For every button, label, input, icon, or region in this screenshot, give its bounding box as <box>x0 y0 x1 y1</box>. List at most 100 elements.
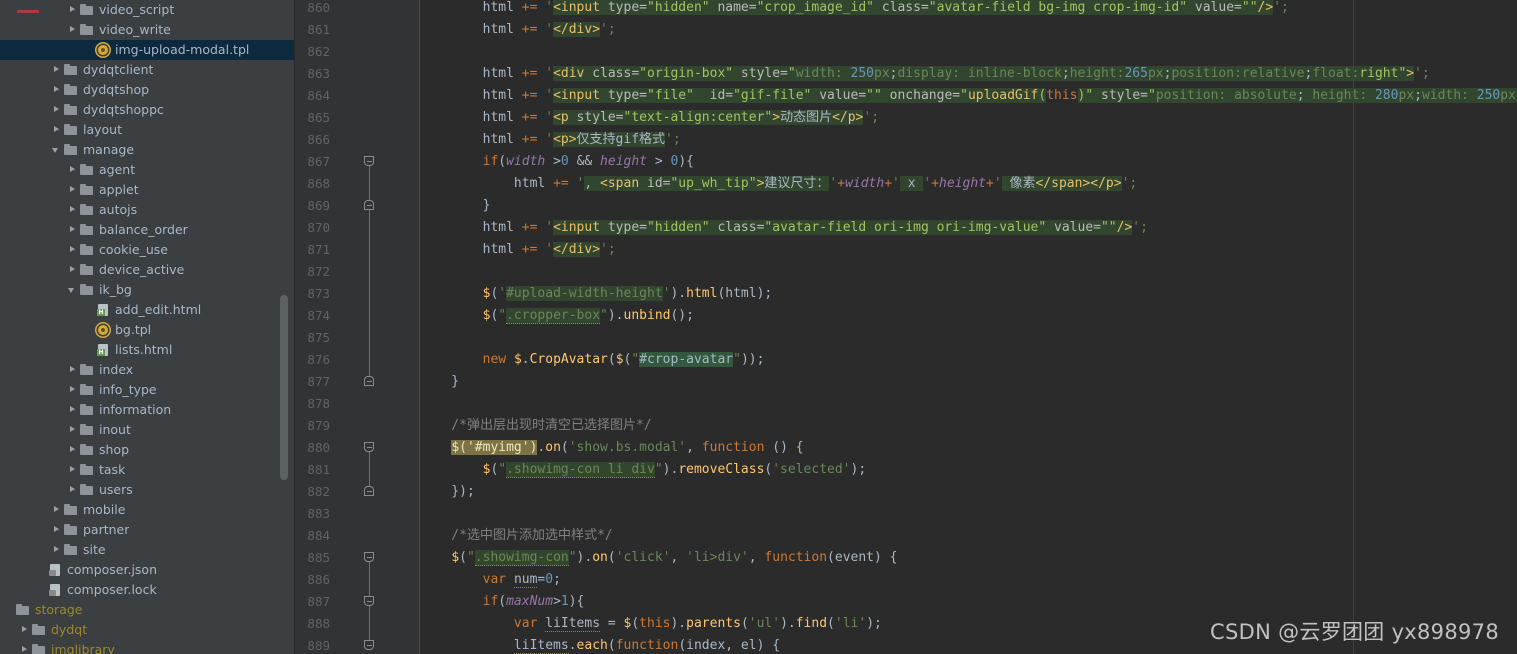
tree-item-layout[interactable]: layout <box>0 120 295 140</box>
tree-item-manage[interactable]: manage <box>0 140 295 160</box>
code-line[interactable]: html += '<p style="text-align:center">动态… <box>420 107 879 129</box>
code-line[interactable]: html += '<input type="hidden" name="crop… <box>420 0 1289 19</box>
tree-item-shop[interactable]: shop <box>0 440 295 460</box>
tree-item-index[interactable]: index <box>0 360 295 380</box>
tree-item-dydqtclient[interactable]: dydqtclient <box>0 60 295 80</box>
tree-item-information[interactable]: information <box>0 400 295 420</box>
fold-toggle-icon[interactable] <box>363 371 375 393</box>
chevron-right-icon[interactable] <box>52 60 63 80</box>
chevron-right-icon[interactable] <box>52 500 63 520</box>
sidebar-scrollbar[interactable] <box>280 295 288 480</box>
tree-item-applet[interactable]: applet <box>0 180 295 200</box>
tree-item-composer-json[interactable]: composer.json <box>0 560 295 580</box>
tree-item-agent[interactable]: agent <box>0 160 295 180</box>
folder-icon <box>79 422 95 438</box>
fold-toggle-icon[interactable] <box>363 591 375 613</box>
tree-item-info-type[interactable]: info_type <box>0 380 295 400</box>
tree-item-users[interactable]: users <box>0 480 295 500</box>
fold-toggle-icon[interactable] <box>363 195 375 217</box>
tree-item-autojs[interactable]: autojs <box>0 200 295 220</box>
chevron-right-icon[interactable] <box>68 360 79 380</box>
code-line[interactable]: html += '<input type="hidden" class="ava… <box>420 217 1148 239</box>
chevron-right-icon[interactable] <box>20 620 31 640</box>
chevron-right-icon[interactable] <box>68 420 79 440</box>
chevron-right-icon[interactable] <box>20 640 31 654</box>
chevron-down-icon[interactable] <box>68 280 79 300</box>
tree-item-imglibrary[interactable]: imglibrary <box>0 640 295 654</box>
chevron-right-icon[interactable] <box>68 200 79 220</box>
tree-item-device-active[interactable]: device_active <box>0 260 295 280</box>
code-line[interactable]: html += '</div>'; <box>420 19 616 41</box>
chevron-right-icon[interactable] <box>52 120 63 140</box>
tree-item-dydqtshop[interactable]: dydqtshop <box>0 80 295 100</box>
project-tool-window[interactable]: video_script video_write img-upload-modal.… <box>0 0 295 654</box>
tree-item-add-edit-html[interactable]: add_edit.html <box>0 300 295 320</box>
tree-item-ik-bg[interactable]: ik_bg <box>0 280 295 300</box>
chevron-right-icon[interactable] <box>68 180 79 200</box>
tree-item-cookie-use[interactable]: cookie_use <box>0 240 295 260</box>
tree-item-mobile[interactable]: mobile <box>0 500 295 520</box>
fold-toggle-icon[interactable] <box>363 151 375 173</box>
error-stripe-marker[interactable] <box>17 10 39 13</box>
tree-item-label: video_script <box>99 2 175 17</box>
tree-item-dydqt[interactable]: dydqt <box>0 620 295 640</box>
tree-item-balance-order[interactable]: balance_order <box>0 220 295 240</box>
tree-item-lists-html[interactable]: lists.html <box>0 340 295 360</box>
tree-item-partner[interactable]: partner <box>0 520 295 540</box>
code-line[interactable]: } <box>420 371 459 393</box>
tree-item-site[interactable]: site <box>0 540 295 560</box>
code-line[interactable]: } <box>420 195 491 217</box>
code-line[interactable]: /*选中图片添加选中样式*/ <box>420 525 612 547</box>
fold-toggle-icon[interactable] <box>363 547 375 569</box>
code-line[interactable]: var num=0; <box>420 569 561 591</box>
code-line[interactable]: html += '<div class="origin-box" style="… <box>420 63 1430 85</box>
tree-item-composer-lock[interactable]: composer.lock <box>0 580 295 600</box>
tree-item-video-script[interactable]: video_script <box>0 0 295 20</box>
code-line[interactable]: liItems.each(function(index, el) { <box>420 635 780 654</box>
code-line[interactable]: if(maxNum>1){ <box>420 591 585 613</box>
chevron-right-icon[interactable] <box>68 480 79 500</box>
editor-gutter[interactable]: 860 861 862 863 864 865 866 867 868 869 870 871 872 8… <box>295 0 420 654</box>
chevron-right-icon[interactable] <box>68 400 79 420</box>
editor-pane[interactable]: 860 861 862 863 864 865 866 867 868 869 870 871 872 8… <box>295 0 1517 654</box>
chevron-right-icon[interactable] <box>52 520 63 540</box>
chevron-right-icon[interactable] <box>68 0 79 20</box>
chevron-right-icon[interactable] <box>68 160 79 180</box>
code-line[interactable]: new $.CropAvatar($("#crop-avatar")); <box>420 349 764 371</box>
chevron-right-icon[interactable] <box>68 460 79 480</box>
code-line[interactable]: var liItems = $(this).parents('ul').find… <box>420 613 882 635</box>
tree-item-dydqtshoppc[interactable]: dydqtshoppc <box>0 100 295 120</box>
tree-item-video-write[interactable]: video_write <box>0 20 295 40</box>
chevron-right-icon[interactable] <box>68 240 79 260</box>
code-line[interactable]: $('#upload-width-height').html(html); <box>420 283 772 305</box>
project-tree[interactable]: video_script video_write img-upload-modal.… <box>0 0 295 654</box>
tree-item-storage[interactable]: storage <box>0 600 295 620</box>
chevron-down-icon[interactable] <box>52 140 63 160</box>
code-line[interactable]: html += '<p>仅支持gif格式'; <box>420 129 681 151</box>
tree-item-task[interactable]: task <box>0 460 295 480</box>
code-line[interactable]: html += ', <span id="up_wh_tip">建议尺寸：'+w… <box>420 173 1137 195</box>
chevron-right-icon[interactable] <box>68 220 79 240</box>
chevron-right-icon[interactable] <box>52 540 63 560</box>
code-line[interactable]: $(".showimg-con").on('click', 'li>div', … <box>420 547 898 569</box>
code-line[interactable]: if(width >0 && height > 0){ <box>420 151 694 173</box>
code-line[interactable]: html += '</div>'; <box>420 239 616 261</box>
fold-toggle-icon[interactable] <box>363 635 375 654</box>
code-line[interactable]: }); <box>420 481 475 503</box>
chevron-right-icon[interactable] <box>68 380 79 400</box>
chevron-right-icon[interactable] <box>68 260 79 280</box>
chevron-right-icon[interactable] <box>52 80 63 100</box>
code-line[interactable]: $(".showimg-con li div").removeClass('se… <box>420 459 866 481</box>
code-line[interactable]: $(".cropper-box").unbind(); <box>420 305 694 327</box>
fold-box <box>364 486 374 496</box>
fold-toggle-icon[interactable] <box>363 437 375 459</box>
code-line[interactable]: /*弹出层出现时清空已选择图片*/ <box>420 415 651 437</box>
chevron-right-icon[interactable] <box>68 440 79 460</box>
code-line[interactable]: $('#myimg').on('show.bs.modal', function… <box>420 437 804 459</box>
chevron-right-icon[interactable] <box>68 20 79 40</box>
fold-toggle-icon[interactable] <box>363 481 375 503</box>
chevron-right-icon[interactable] <box>52 100 63 120</box>
tree-item-inout[interactable]: inout <box>0 420 295 440</box>
tree-item-bg-tpl[interactable]: bg.tpl <box>0 320 295 340</box>
tree-item-img-upload-modal-tpl[interactable]: img-upload-modal.tpl <box>0 40 295 60</box>
